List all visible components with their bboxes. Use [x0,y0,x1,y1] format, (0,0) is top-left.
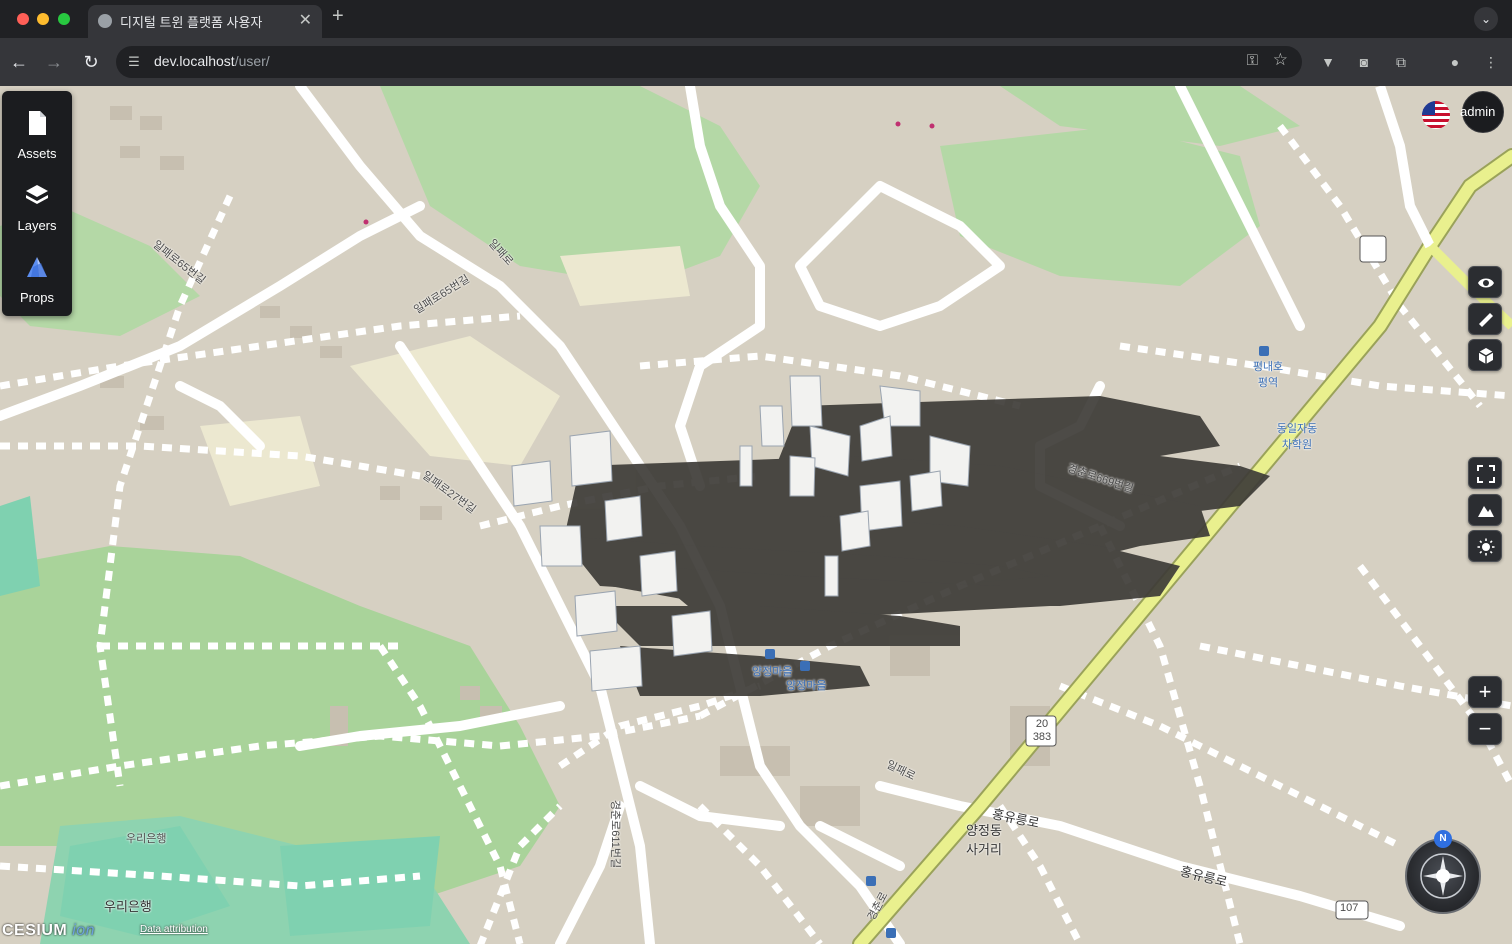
window-close-button[interactable] [17,13,29,25]
browser-toolbar: ← → ↻ ☰ dev.localhost/user/ ⚿ ☆ ▼ ◙ ⧉ ● … [0,38,1512,86]
compass-rose-icon [1420,853,1466,899]
url-host: dev.localhost [154,53,235,69]
map-label-route-shield: 107 [1340,902,1359,914]
back-arrow-icon[interactable]: ← [7,50,31,74]
measure-button[interactable] [1468,303,1502,335]
zoom-in-button[interactable]: + [1468,676,1502,708]
profile-icon[interactable]: ● [1444,51,1466,73]
address-bar[interactable]: ☰ dev.localhost/user/ ⚿ ☆ [116,46,1302,78]
sun-icon [1477,538,1495,556]
assets-button[interactable]: Assets [2,101,72,169]
fullscreen-icon [1477,465,1495,483]
map-canvas[interactable] [0,86,1512,944]
3d-model-button[interactable] [1468,339,1502,371]
layers-icon [26,185,48,204]
props-label: Props [20,290,54,305]
compass-north-indicator[interactable]: N [1434,830,1452,848]
lighting-button[interactable] [1468,530,1502,562]
plus-icon: + [1478,679,1492,704]
map-label-place: 양정동 사거리 [966,823,1002,857]
minus-icon: − [1478,716,1492,741]
new-tab-button[interactable]: + [332,5,344,28]
fullscreen-button[interactable] [1468,457,1502,489]
site-info-icon[interactable]: ☰ [124,52,144,72]
layers-label: Layers [17,218,57,233]
password-key-icon[interactable]: ⚿ [1247,52,1258,69]
props-button[interactable]: Props [2,245,72,313]
tab-search-button[interactable]: ⌄ [1474,7,1498,31]
map-label-poi: 평내호평역 [1252,361,1284,389]
browser-tab-bar: 디지털 트윈 플랫폼 사용자 ✕ + ⌄ [0,0,1512,38]
mountain-icon [1478,506,1494,517]
props-icon [27,257,47,277]
map-label-route-shield: 20 383 [1032,718,1052,743]
layers-button[interactable]: Layers [2,173,72,241]
assets-label: Assets [17,146,57,161]
map-label-poi: 우리은행 [104,899,152,914]
map-label-street: 경춘로611번길 [609,799,622,869]
vue-devtools-icon[interactable]: ▼ [1317,51,1339,73]
browser-tab[interactable]: 디지털 트윈 플랫폼 사용자 ✕ [88,5,322,38]
window-minimize-button[interactable] [37,13,49,25]
tab-title: 디지털 트윈 플랫폼 사용자 [120,15,263,30]
cesium-logo[interactable]: CESIUM ion [2,922,95,940]
url-path: /user/ [234,53,270,69]
cube-icon [1478,348,1494,364]
document-icon [29,111,46,135]
username: admin [1460,104,1496,119]
zoom-out-button[interactable]: − [1468,713,1502,745]
user-menu[interactable]: admin [1420,91,1504,135]
data-attribution-link[interactable]: Data attribution [140,924,208,935]
reload-icon[interactable]: ↻ [79,50,103,74]
ruler-icon [1479,313,1493,327]
window-maximize-button[interactable] [58,13,70,25]
cesium-logo-text: CESIUM [2,922,68,939]
compass-widget[interactable] [1405,838,1481,914]
map-label-poi: 우리은행 [126,833,167,845]
cesium-ion-text: ion [72,922,96,939]
extensions-puzzle-icon[interactable]: ⧉ [1390,51,1412,73]
terrain-button[interactable] [1468,494,1502,526]
map-label-poi: 동일자동차학원 [1276,423,1318,451]
tool-panel: Assets Layers Props [2,91,72,316]
visibility-button[interactable] [1468,266,1502,298]
tab-close-icon[interactable]: ✕ [299,10,312,30]
more-menu-icon[interactable]: ⋮ [1480,51,1502,73]
map-label-poi: 양정마을 [786,680,827,692]
eye-icon [1478,278,1494,288]
globe-icon [98,14,112,28]
forward-arrow-icon[interactable]: → [42,50,66,74]
url-text[interactable]: dev.localhost/user/ [154,53,270,69]
map-viewport[interactable]: 일패로65번길 일패로65번길 일패로 일패로27번길 경춘로669번길 경춘로… [0,86,1512,944]
us-flag-icon[interactable] [1422,101,1450,129]
camera-icon[interactable]: ◙ [1353,51,1375,73]
bookmark-star-icon[interactable]: ☆ [1273,50,1288,70]
